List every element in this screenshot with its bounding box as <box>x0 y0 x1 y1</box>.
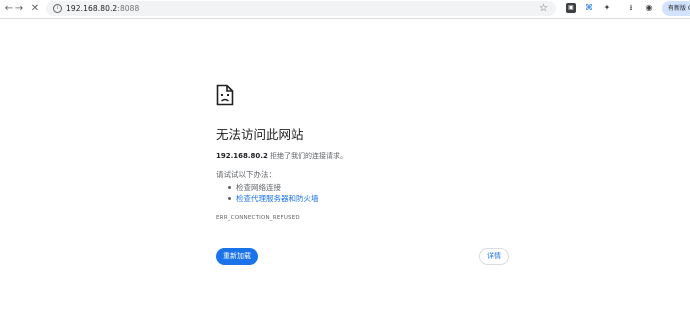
page-title: 无法访问此网站 <box>216 127 304 142</box>
download-icon[interactable]: ⭳ <box>626 3 636 13</box>
sad-document-icon <box>216 84 234 106</box>
forward-icon[interactable]: → <box>12 2 26 16</box>
address-bar[interactable]: i 192.168.80.2:8088 ☆ <box>46 1 556 16</box>
extension-icon[interactable]: ▣ <box>566 3 576 13</box>
browser-toolbar: ← → ✕ i 192.168.80.2:8088 ☆ ▣ ⌘ ✦ ⭳ ◉ 有新… <box>0 0 690 18</box>
url-text[interactable]: 192.168.80.2:8088 <box>66 1 139 16</box>
suggestions-list: 检查网络连接 检查代理服务器和防火墙 <box>224 182 319 204</box>
extensions-puzzle-icon[interactable]: ✦ <box>602 3 612 13</box>
summary-text: 拒绝了我们的连接请求。 <box>267 152 348 160</box>
suggestion-check-network: 检查网络连接 <box>224 182 319 193</box>
translate-icon[interactable]: ⌘ <box>584 3 594 13</box>
details-button[interactable]: 详情 <box>479 248 509 265</box>
bookmark-star-icon[interactable]: ☆ <box>539 1 548 16</box>
close-icon[interactable]: ✕ <box>28 2 42 16</box>
suggestions-heading: 请试试以下办法： <box>216 170 276 179</box>
error-summary: 192.168.80.2 拒绝了我们的连接请求。 <box>216 151 347 161</box>
error-code: ERR_CONNECTION_REFUSED <box>216 215 300 221</box>
reload-button[interactable]: 重新加载 <box>216 248 258 265</box>
url-port: :8088 <box>117 4 140 13</box>
toolbar-divider <box>0 18 690 19</box>
site-info-icon[interactable]: i <box>53 4 62 13</box>
suggestion-check-proxy-link[interactable]: 检查代理服务器和防火墙 <box>224 193 319 204</box>
url-host: 192.168.80.2 <box>66 4 118 13</box>
account-icon[interactable]: ◉ <box>644 3 654 13</box>
update-pill[interactable]: 有新版 C <box>662 1 690 16</box>
summary-host: 192.168.80.2 <box>216 152 268 160</box>
